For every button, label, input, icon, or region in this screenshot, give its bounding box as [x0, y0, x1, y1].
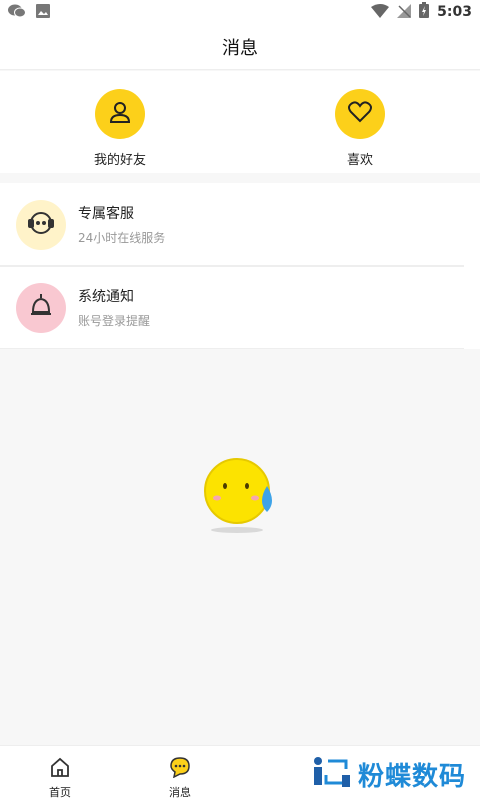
tab-messages[interactable]: 消息 — [120, 746, 240, 800]
likes-label: 喜欢 — [346, 153, 373, 168]
tab-home[interactable]: 首页 — [0, 746, 120, 800]
system-notice-avatar — [16, 282, 66, 333]
empty-state-area — [0, 350, 480, 745]
watermark-text: 粉蝶数码 — [357, 761, 466, 792]
likes-button[interactable]: 喜欢 — [240, 71, 480, 173]
list-item-title: 专属客服 — [78, 206, 134, 222]
tab-messages-label: 消息 — [169, 786, 191, 799]
friends-label: 我的好友 — [93, 153, 146, 168]
chat-icon — [169, 756, 191, 782]
page-title: 消息 — [222, 37, 258, 59]
friends-icon-circle — [95, 89, 145, 139]
list-item-system-notice[interactable]: 系统通知 账号登录提醒 — [0, 266, 480, 349]
watermark-logo-icon — [312, 755, 352, 793]
list-item-customer-service[interactable]: 专属客服 24小时在线服务 — [0, 183, 480, 266]
customer-service-icon — [27, 209, 55, 241]
image-icon — [36, 3, 50, 22]
battery-charging-icon — [419, 2, 430, 22]
likes-icon-circle — [335, 89, 385, 139]
list-item-title: 系统通知 — [78, 289, 134, 305]
status-bar: 5:03 — [0, 0, 480, 24]
no-signal-icon — [397, 3, 412, 22]
wechat-icon — [8, 3, 26, 22]
person-icon — [107, 99, 133, 129]
bell-icon — [28, 292, 54, 324]
quick-actions: 我的好友 喜欢 — [0, 71, 480, 173]
list-item-subtitle: 24小时在线服务 — [78, 231, 166, 245]
message-list: 专属客服 24小时在线服务 系统通知 账号登录提醒 — [0, 183, 480, 349]
list-item-subtitle: 账号登录提醒 — [78, 314, 151, 328]
page-header: 消息 — [0, 24, 480, 70]
home-icon — [49, 756, 71, 782]
status-time: 5:03 — [437, 4, 472, 20]
heart-icon — [347, 100, 373, 128]
crying-emoji-icon — [203, 456, 279, 540]
friends-button[interactable]: 我的好友 — [0, 71, 240, 173]
customer-service-avatar — [16, 199, 66, 250]
wifi-icon — [371, 3, 390, 22]
watermark: 粉蝶数码 — [312, 755, 466, 793]
tab-home-label: 首页 — [49, 786, 71, 799]
